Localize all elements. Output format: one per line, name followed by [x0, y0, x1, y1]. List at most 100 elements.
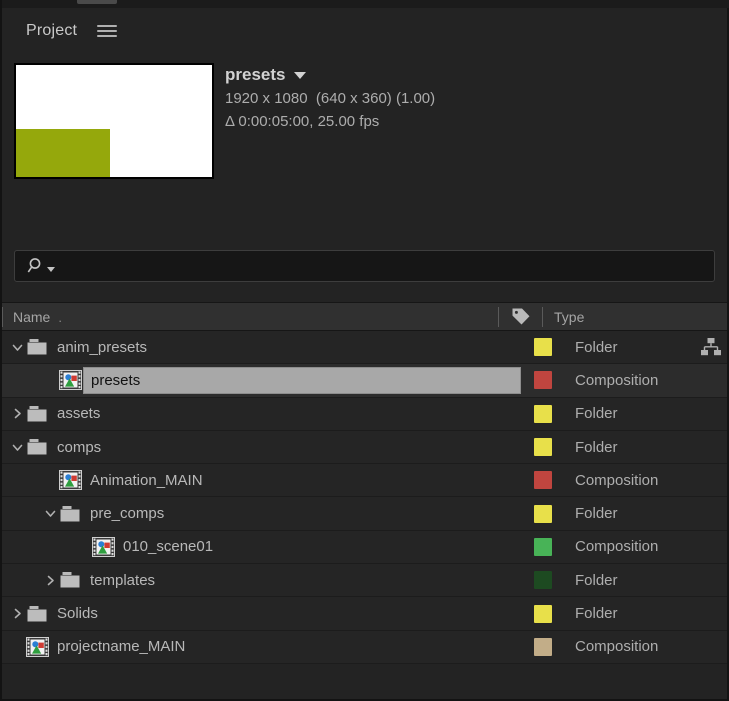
- row-name-cell[interactable]: templates: [2, 564, 521, 596]
- table-row[interactable]: Animation_MAIN Composition: [2, 464, 727, 498]
- chevron-down-icon[interactable]: [43, 507, 57, 520]
- chevron-down-icon[interactable]: [10, 341, 24, 354]
- row-type-label: Composition: [575, 638, 659, 656]
- row-name-content: comps: [24, 438, 101, 456]
- row-name-content: templates: [57, 571, 155, 589]
- row-type-label: Folder: [575, 505, 618, 523]
- row-name-label: comps: [57, 438, 102, 456]
- row-type-label: Composition: [575, 371, 659, 389]
- label-color-swatch[interactable]: [533, 571, 552, 590]
- preview-area: presets 1920 x 1080 (640 x 360) (1.00) Δ…: [2, 54, 727, 244]
- chevron-right-icon[interactable]: [10, 407, 24, 420]
- label-color-swatch[interactable]: [533, 604, 552, 623]
- label-color-swatch[interactable]: [533, 471, 552, 490]
- row-name-content: pre_comps: [57, 505, 164, 523]
- table-row[interactable]: projectname_MAIN Composition: [2, 630, 727, 664]
- row-type-label: Composition: [575, 538, 659, 556]
- row-label-color-cell[interactable]: [521, 438, 564, 457]
- composition-icon: [57, 370, 83, 391]
- row-name-cell[interactable]: anim_presets: [2, 331, 521, 363]
- selected-item-name: presets: [225, 65, 286, 84]
- column-header-type[interactable]: Type: [543, 309, 584, 325]
- folder-icon: [57, 571, 83, 589]
- label-color-swatch[interactable]: [533, 404, 552, 423]
- row-type-label: Composition: [575, 471, 659, 489]
- hamburger-menu-icon[interactable]: [97, 23, 118, 39]
- composition-icon: [90, 536, 116, 557]
- composition-thumbnail: [14, 63, 214, 179]
- chevron-down-icon[interactable]: [10, 441, 24, 454]
- search-row: [2, 250, 727, 286]
- row-name-label: presets: [91, 371, 141, 389]
- hierarchy-icon[interactable]: [694, 337, 727, 357]
- chevron-right-icon[interactable]: [43, 574, 57, 587]
- folder-icon: [24, 338, 50, 356]
- table-row[interactable]: comps Folder: [2, 430, 727, 465]
- label-color-swatch[interactable]: [533, 637, 552, 656]
- row-label-color-cell[interactable]: [521, 604, 564, 623]
- row-name-cell[interactable]: 010_scene01: [2, 531, 521, 563]
- label-color-swatch[interactable]: [533, 338, 552, 357]
- table-row[interactable]: assets Folder: [2, 397, 727, 431]
- folder-icon: [24, 605, 50, 623]
- search-input[interactable]: [59, 257, 714, 275]
- table-row[interactable]: pre_comps Folder: [2, 497, 727, 531]
- search-field[interactable]: [14, 250, 715, 282]
- chevron-down-icon[interactable]: [294, 71, 307, 79]
- table-row[interactable]: 010_scene01 Composition: [2, 530, 727, 565]
- row-type-label: Folder: [575, 605, 618, 623]
- row-name-label: Solids: [57, 605, 98, 623]
- row-label-color-cell[interactable]: [521, 371, 564, 390]
- row-name-cell[interactable]: comps: [2, 431, 521, 463]
- row-label-color-cell[interactable]: [521, 537, 564, 556]
- folder-icon: [24, 405, 50, 423]
- row-label-color-cell[interactable]: [521, 571, 564, 590]
- row-name-cell[interactable]: assets: [2, 398, 521, 430]
- column-header-label[interactable]: [499, 307, 542, 326]
- tag-icon: [512, 308, 529, 325]
- page-title[interactable]: Project: [26, 22, 77, 40]
- row-name-label: 010_scene01: [123, 538, 214, 556]
- row-name-label: Animation_MAIN: [90, 471, 203, 489]
- dimensions-line: 1920 x 1080 (640 x 360) (1.00): [225, 90, 436, 107]
- hierarchy-icon: [700, 338, 721, 356]
- row-type-label: Folder: [575, 571, 618, 589]
- row-name-label: templates: [90, 571, 156, 589]
- label-color-swatch[interactable]: [533, 537, 552, 556]
- row-name-cell[interactable]: pre_comps: [2, 497, 521, 529]
- row-label-color-cell[interactable]: [521, 504, 564, 523]
- folder-icon: [24, 438, 50, 456]
- panel-header: Project: [2, 8, 727, 54]
- table-row[interactable]: presets Composition: [2, 364, 727, 398]
- row-name-cell[interactable]: projectname_MAIN: [2, 631, 521, 663]
- project-panel: Project presets 1920 x 1080 (640 x 360) …: [0, 0, 729, 701]
- column-header-row: Name . Type: [2, 302, 727, 331]
- row-name-content: projectname_MAIN: [24, 636, 186, 657]
- row-name-label: anim_presets: [57, 338, 148, 356]
- row-name-content: 010_scene01: [90, 536, 214, 557]
- row-label-color-cell[interactable]: [521, 637, 564, 656]
- row-name-cell[interactable]: Animation_MAIN: [2, 464, 521, 496]
- chevron-right-icon[interactable]: [10, 607, 24, 620]
- table-row[interactable]: Solids Folder: [2, 597, 727, 631]
- column-header-name[interactable]: Name .: [3, 309, 498, 325]
- row-label-color-cell[interactable]: [521, 338, 564, 357]
- table-row[interactable]: templates Folder: [2, 564, 727, 598]
- label-color-swatch[interactable]: [533, 504, 552, 523]
- row-name-label: assets: [57, 405, 101, 423]
- row-label-color-cell[interactable]: [521, 471, 564, 490]
- label-color-swatch[interactable]: [533, 438, 552, 457]
- sort-indicator: .: [58, 309, 62, 325]
- row-name-content: assets: [24, 405, 100, 423]
- row-name-label: projectname_MAIN: [57, 638, 186, 656]
- rename-field[interactable]: presets: [83, 366, 521, 394]
- row-label-color-cell[interactable]: [521, 404, 564, 423]
- row-name-label: pre_comps: [90, 505, 165, 523]
- table-row[interactable]: anim_presets Folder: [2, 331, 727, 365]
- magnifier-icon[interactable]: [27, 257, 46, 276]
- label-color-swatch[interactable]: [533, 371, 552, 390]
- search-dropdown-caret-icon[interactable]: [47, 266, 55, 272]
- row-name-cell[interactable]: presets: [2, 364, 521, 396]
- row-type-label: Folder: [575, 405, 618, 423]
- row-name-cell[interactable]: Solids: [2, 597, 521, 629]
